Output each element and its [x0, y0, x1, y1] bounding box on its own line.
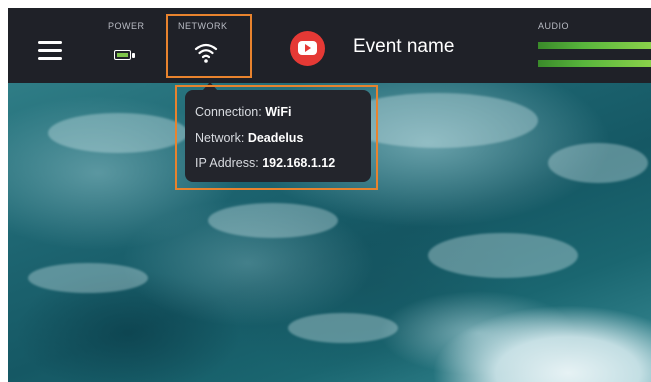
audio-meter-right: [538, 60, 651, 67]
wifi-icon[interactable]: [194, 42, 218, 64]
top-status-bar: POWER NETWORK Event name AUDIO: [8, 8, 651, 83]
audio-meter-left: [538, 42, 651, 49]
audio-label: AUDIO: [538, 21, 570, 31]
tooltip-highlight: [175, 85, 378, 190]
power-label: POWER: [108, 21, 145, 31]
hamburger-menu-icon[interactable]: [38, 41, 62, 60]
battery-icon[interactable]: [114, 50, 136, 62]
app-frame: POWER NETWORK Event name AUDIO Connectio…: [8, 8, 651, 382]
youtube-icon[interactable]: [290, 31, 325, 66]
network-label: NETWORK: [178, 21, 228, 31]
event-name[interactable]: Event name: [353, 36, 454, 58]
